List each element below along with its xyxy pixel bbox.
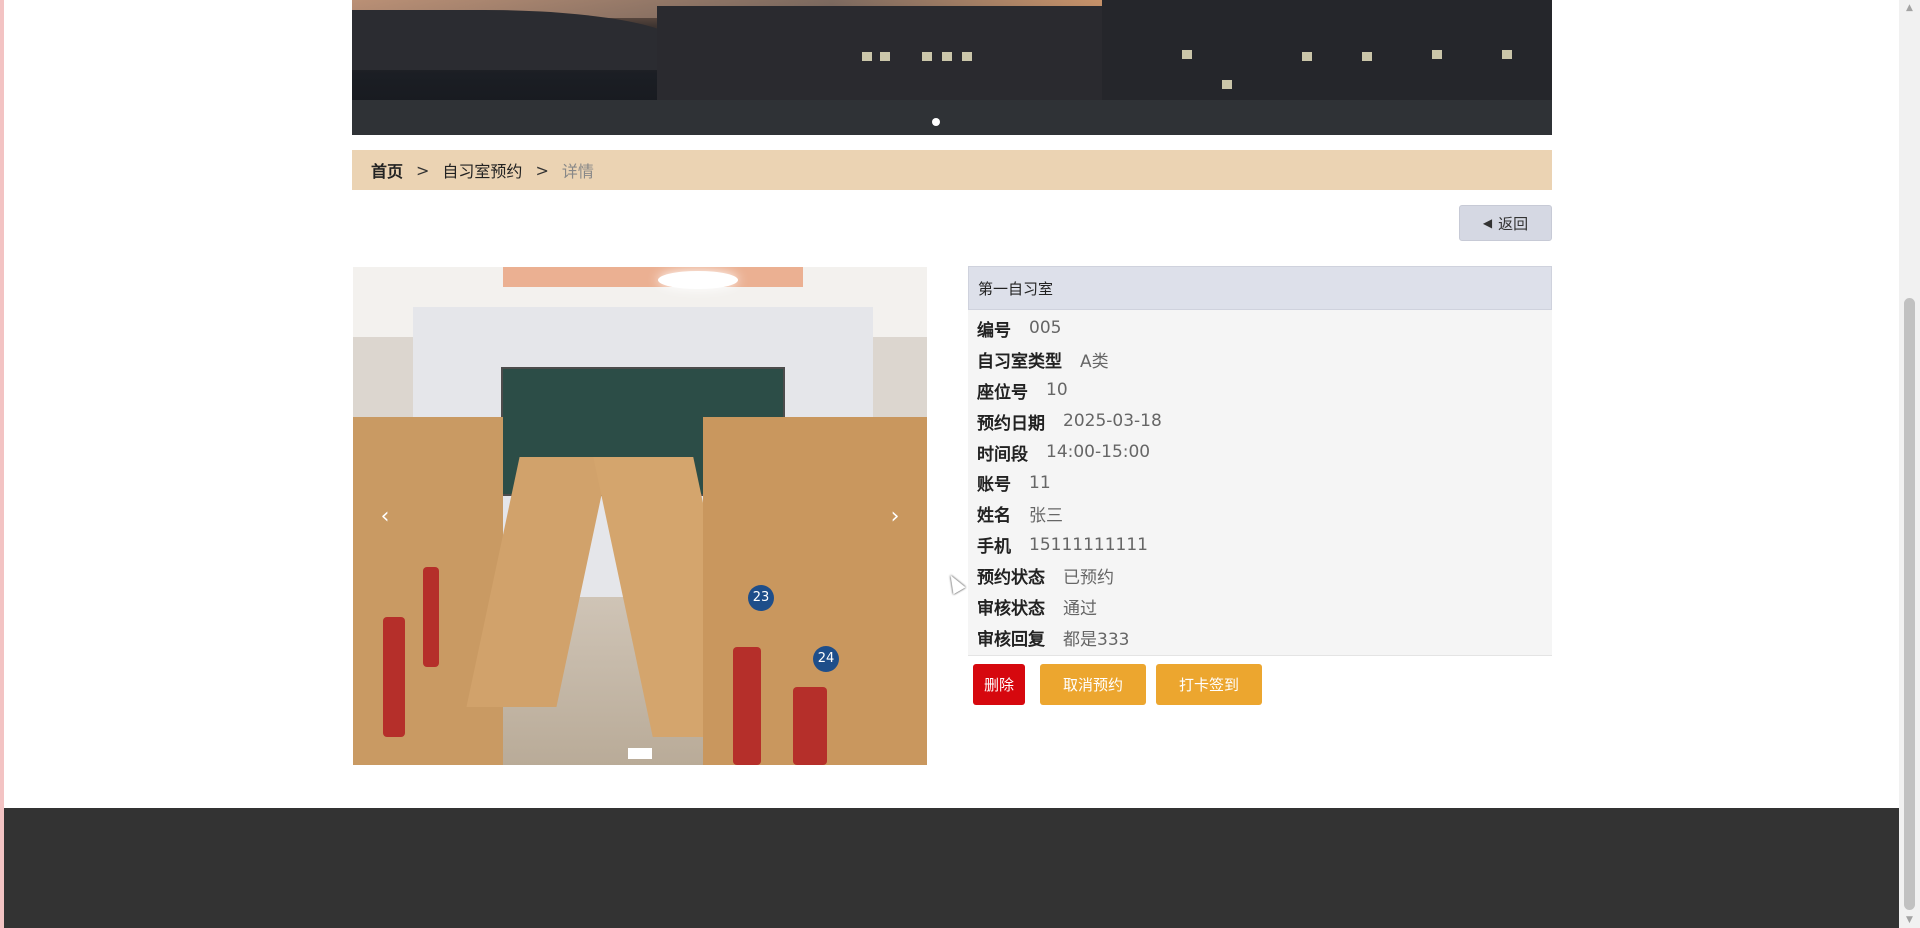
room-image-carousel[interactable]: 23 24 ‹ › — [353, 267, 927, 765]
field-value: 张三 — [1029, 506, 1063, 527]
reservation-detail: 第一自习室 编号 005 自习室类型 A类 座位号 10 预约日期 2025-03-18… — [968, 266, 1552, 656]
field-value: 14:00-15:00 — [1046, 442, 1151, 462]
room-chandelier — [658, 271, 738, 289]
detail-row: 自习室类型 A类 — [968, 344, 1552, 375]
field-value: 10 — [1046, 380, 1068, 401]
banner-window — [1432, 50, 1442, 59]
breadcrumb-current: 详情 — [561, 162, 594, 181]
detail-row: 编号 005 — [968, 313, 1552, 344]
breadcrumb-section[interactable]: 自习室预约 — [442, 158, 522, 182]
field-label: 自习室类型 — [977, 351, 1062, 372]
chevron-right-icon[interactable]: › — [880, 502, 910, 532]
detail-row: 账号 11 — [968, 467, 1552, 498]
banner-ground — [352, 100, 1552, 135]
room-ceiling-trim — [503, 267, 803, 287]
check-in-button[interactable]: 打卡签到 — [1156, 664, 1262, 705]
cancel-reservation-button[interactable]: 取消预约 — [1040, 664, 1146, 705]
field-label: 编号 — [977, 320, 1011, 341]
breadcrumb-separator: > — [416, 160, 430, 180]
room-chair — [733, 647, 761, 765]
scrollbar[interactable]: ▲ ▼ — [1899, 0, 1920, 928]
back-button[interactable]: ◀ 返回 — [1459, 205, 1552, 241]
field-label: 审核回复 — [977, 629, 1045, 650]
field-value: 已预约 — [1063, 568, 1114, 589]
footer — [4, 808, 1899, 928]
detail-row: 姓名 张三 — [968, 498, 1552, 529]
field-label: 姓名 — [977, 506, 1011, 527]
detail-row: 手机 15111111111 — [968, 529, 1552, 560]
scroll-up-icon[interactable]: ▲ — [1899, 0, 1920, 16]
banner-window — [922, 52, 932, 61]
breadcrumb-home[interactable]: 首页 — [371, 158, 403, 182]
room-chair — [423, 567, 439, 667]
room-chair — [383, 617, 405, 737]
field-label: 审核状态 — [977, 598, 1045, 619]
detail-row: 时间段 14:00-15:00 — [968, 437, 1552, 468]
field-value: 都是333 — [1063, 629, 1130, 650]
scrollbar-thumb[interactable] — [1904, 298, 1915, 910]
banner-window — [1362, 52, 1372, 61]
banner-window — [942, 52, 952, 61]
action-buttons: 删除 取消预约 打卡签到 — [973, 664, 1262, 705]
detail-row: 审核回复 都是333 — [968, 622, 1552, 653]
field-value: 005 — [1029, 318, 1062, 339]
detail-row: 预约状态 已预约 — [968, 560, 1552, 591]
detail-fields: 编号 005 自习室类型 A类 座位号 10 预约日期 2025-03-18 时间段 14… — [968, 310, 1552, 656]
chevron-left-icon[interactable]: ‹ — [370, 502, 400, 532]
field-value: A类 — [1080, 351, 1109, 372]
detail-row: 座位号 10 — [968, 375, 1552, 406]
caret-left-icon: ◀ — [1482, 216, 1493, 230]
detail-row: 预约日期 2025-03-18 — [968, 406, 1552, 437]
breadcrumb-separator: > — [535, 160, 549, 180]
breadcrumb: 首页 > 自习室预约 > 详情 — [352, 150, 1552, 190]
banner-window — [862, 52, 872, 61]
banner-window — [1222, 80, 1232, 89]
seat-number-label: 23 — [748, 585, 774, 611]
field-label: 账号 — [977, 475, 1011, 496]
mouse-cursor-icon — [944, 571, 966, 595]
banner-window — [962, 52, 972, 61]
room-chair — [793, 687, 827, 765]
page-edge — [0, 0, 4, 928]
field-value: 2025-03-18 — [1063, 411, 1162, 432]
field-value: 11 — [1029, 472, 1051, 493]
detail-row: 审核状态 通过 — [968, 591, 1552, 622]
delete-button[interactable]: 删除 — [973, 664, 1025, 705]
field-value: 15111111111 — [1029, 534, 1148, 555]
banner-indicator-dot[interactable] — [932, 118, 940, 126]
banner-window — [880, 52, 890, 61]
field-label: 座位号 — [977, 382, 1028, 403]
banner-hill — [352, 10, 682, 70]
carousel-indicator[interactable] — [628, 748, 652, 759]
banner-window — [1302, 52, 1312, 61]
back-button-label: 返回 — [1498, 214, 1529, 233]
seat-number-label: 24 — [813, 646, 839, 672]
field-label: 时间段 — [977, 444, 1028, 465]
field-label: 预约状态 — [977, 568, 1045, 589]
banner-window — [1502, 50, 1512, 59]
banner-window — [1182, 50, 1192, 59]
field-label: 预约日期 — [977, 413, 1045, 434]
field-label: 手机 — [977, 537, 1011, 558]
banner-carousel[interactable] — [352, 0, 1552, 135]
room-title: 第一自习室 — [968, 266, 1552, 310]
scroll-down-icon[interactable]: ▼ — [1899, 912, 1920, 928]
field-value: 通过 — [1063, 598, 1097, 619]
